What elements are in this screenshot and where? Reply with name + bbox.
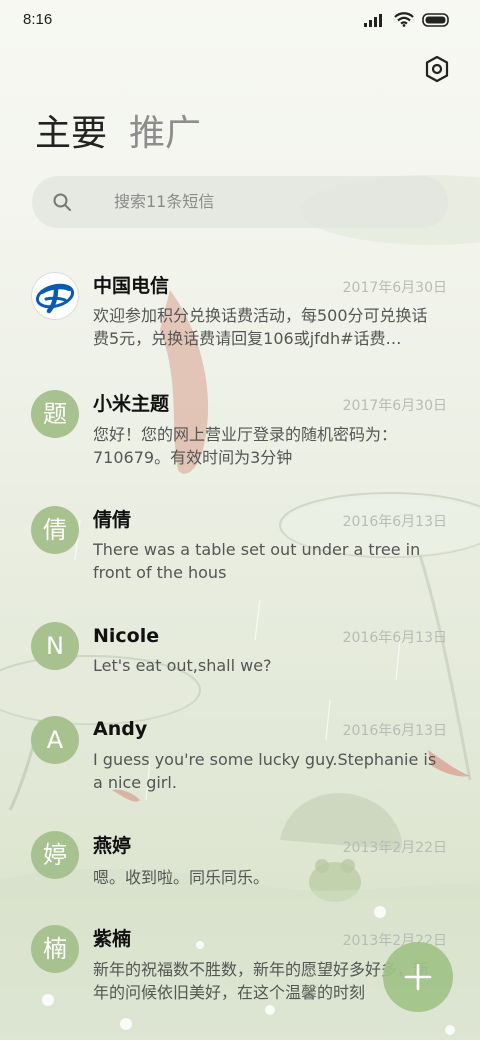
contact-name: 燕婷 [93, 835, 132, 857]
contact-name: 倩倩 [93, 509, 132, 531]
search-icon [53, 193, 71, 211]
conversation-item-nicole[interactable]: N Nicole 2016年6月13日 Let's eat out,shall … [0, 612, 480, 712]
tab-promotions[interactable]: 推广 [129, 112, 201, 156]
message-preview: Let's eat out,shall we? [93, 656, 272, 675]
avatar: 题 [31, 390, 79, 438]
contact-name: 小米主题 [93, 393, 170, 415]
contact-name: Nicole [93, 625, 160, 647]
search-input[interactable]: 搜索11条短信 [114, 191, 214, 213]
message-date: 2016年6月13日 [342, 630, 447, 646]
contact-name: Andy [93, 718, 148, 740]
avatar: N [31, 622, 79, 670]
message-preview: 嗯。收到啦。同乐同乐。 [93, 868, 270, 887]
message-date: 2017年6月30日 [342, 280, 447, 296]
avatar: A [31, 716, 79, 764]
conversation-item-andy[interactable]: A Andy 2016年6月13日 I guess you're some lu… [0, 704, 480, 804]
tab-bar: 主要 推广 [35, 112, 201, 156]
status-bar: 8:16 [0, 0, 480, 42]
gear-icon[interactable] [424, 55, 450, 83]
contact-name: 中国电信 [93, 275, 170, 297]
status-icons [364, 12, 450, 27]
battery-icon [422, 12, 449, 27]
search-bar[interactable]: 搜索11条短信 [32, 176, 448, 228]
message-date: 2013年2月22日 [342, 840, 447, 856]
wifi-icon [394, 12, 414, 27]
message-date: 2016年6月13日 [342, 514, 447, 530]
tab-primary[interactable]: 主要 [35, 112, 107, 156]
conversation-item-xiaomi-theme[interactable]: 题 小米主题 2017年6月30日 您好！您的网上营业厅登录的随机密码为：710… [0, 380, 480, 480]
avatar: 倩 [31, 506, 79, 554]
message-date: 2017年6月30日 [342, 398, 447, 414]
china-telecom-logo [35, 283, 75, 314]
message-preview: 欢迎参加积分兑换话费活动，每500分可兑换话费5元，兑换话费请回复106或jfd… [93, 306, 428, 348]
signal-icon [364, 13, 382, 27]
avatar: 婷 [31, 831, 79, 879]
avatar: 楠 [31, 925, 79, 973]
message-preview: 您好！您的网上营业厅登录的随机密码为：710679。有效时间为3分钟 [93, 425, 398, 467]
new-message-button[interactable] [383, 942, 453, 1012]
message-preview: I guess you're some lucky guy.Stephanie … [93, 750, 437, 792]
conversation-item-qianqian[interactable]: 倩 倩倩 2016年6月13日 There was a table set ou… [0, 496, 480, 596]
conversation-item-yanting[interactable]: 婷 燕婷 2013年2月22日 嗯。收到啦。同乐同乐。 [0, 822, 480, 922]
plus-icon [404, 963, 432, 991]
conversation-item-china-telecom[interactable]: 中国电信 2017年6月30日 欢迎参加积分兑换话费活动，每500分可兑换话费5… [0, 262, 480, 362]
status-time: 8:16 [23, 11, 53, 28]
message-preview: There was a table set out under a tree i… [93, 540, 421, 582]
avatar [31, 272, 79, 320]
message-date: 2016年6月13日 [342, 723, 447, 739]
contact-name: 紫楠 [93, 928, 132, 950]
